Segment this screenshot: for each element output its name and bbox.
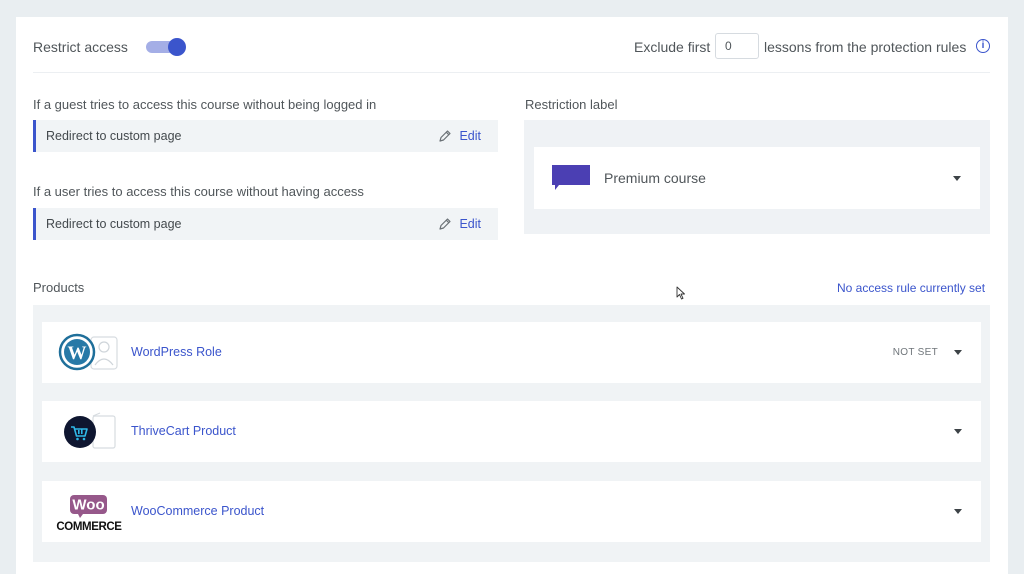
user-rule-action-label: Redirect to custom page (46, 217, 182, 231)
svg-text:COMMERCE: COMMERCE (56, 521, 122, 533)
pencil-icon (439, 218, 452, 230)
product-name: ThriveCart Product (131, 424, 236, 438)
chevron-down-icon (953, 176, 961, 181)
exclude-first-label: Exclude first (634, 39, 711, 55)
label-flag-icon (552, 165, 590, 190)
product-name: WooCommerce Product (131, 504, 265, 518)
products-list: W WordPress Role NOT SET ThriveCart Prod… (33, 305, 990, 562)
edit-label: Edit (459, 217, 481, 231)
user-rule-question: If a user tries to access this course wi… (33, 184, 364, 199)
restrict-access-toggle[interactable] (146, 38, 186, 56)
edit-label: Edit (459, 129, 481, 143)
user-rule-edit-button[interactable]: Edit (438, 216, 481, 232)
svg-text:Woo: Woo (72, 497, 104, 514)
product-status: NOT SET (892, 347, 938, 358)
guest-rule-question: If a guest tries to access this course w… (33, 97, 377, 112)
svg-text:W: W (68, 343, 87, 364)
course-access-panel: Restrict access Exclude first lessons fr… (16, 17, 1008, 574)
restriction-label-box: Premium course (524, 120, 990, 234)
restriction-label-select[interactable]: Premium course (534, 147, 980, 209)
exclude-lessons-input[interactable] (715, 33, 759, 59)
toggle-knob (168, 38, 186, 56)
guest-rule-action-label: Redirect to custom page (46, 129, 182, 143)
info-icon[interactable]: i (976, 39, 990, 53)
no-access-rule-link[interactable]: No access rule currently set (837, 281, 985, 295)
chevron-down-icon (954, 429, 962, 434)
chevron-down-icon (954, 509, 962, 514)
guest-rule-edit-button[interactable]: Edit (438, 128, 481, 144)
product-thrivecart[interactable]: ThriveCart Product (42, 401, 981, 462)
restriction-label-value: Premium course (604, 170, 706, 186)
product-wordpress-role[interactable]: W WordPress Role NOT SET (42, 322, 981, 383)
mouse-pointer-icon (676, 286, 685, 300)
pencil-icon (439, 130, 452, 142)
product-woocommerce[interactable]: Woo COMMERCE WooCommerce Product (42, 481, 981, 542)
thrivecart-icon (64, 412, 116, 449)
exclude-lessons-suffix: lessons from the protection rules (764, 39, 967, 55)
header-divider (33, 72, 990, 73)
restrict-access-label: Restrict access (33, 39, 128, 55)
woocommerce-icon: Woo COMMERCE (56, 495, 122, 533)
products-title: Products (33, 280, 85, 295)
user-rule-action: Redirect to custom page Edit (33, 208, 498, 240)
product-name: WordPress Role (131, 345, 222, 359)
chevron-down-icon (954, 350, 962, 355)
restriction-label-title: Restriction label (525, 97, 618, 112)
wordpress-icon: W (58, 333, 118, 371)
guest-rule-action: Redirect to custom page Edit (33, 120, 498, 152)
